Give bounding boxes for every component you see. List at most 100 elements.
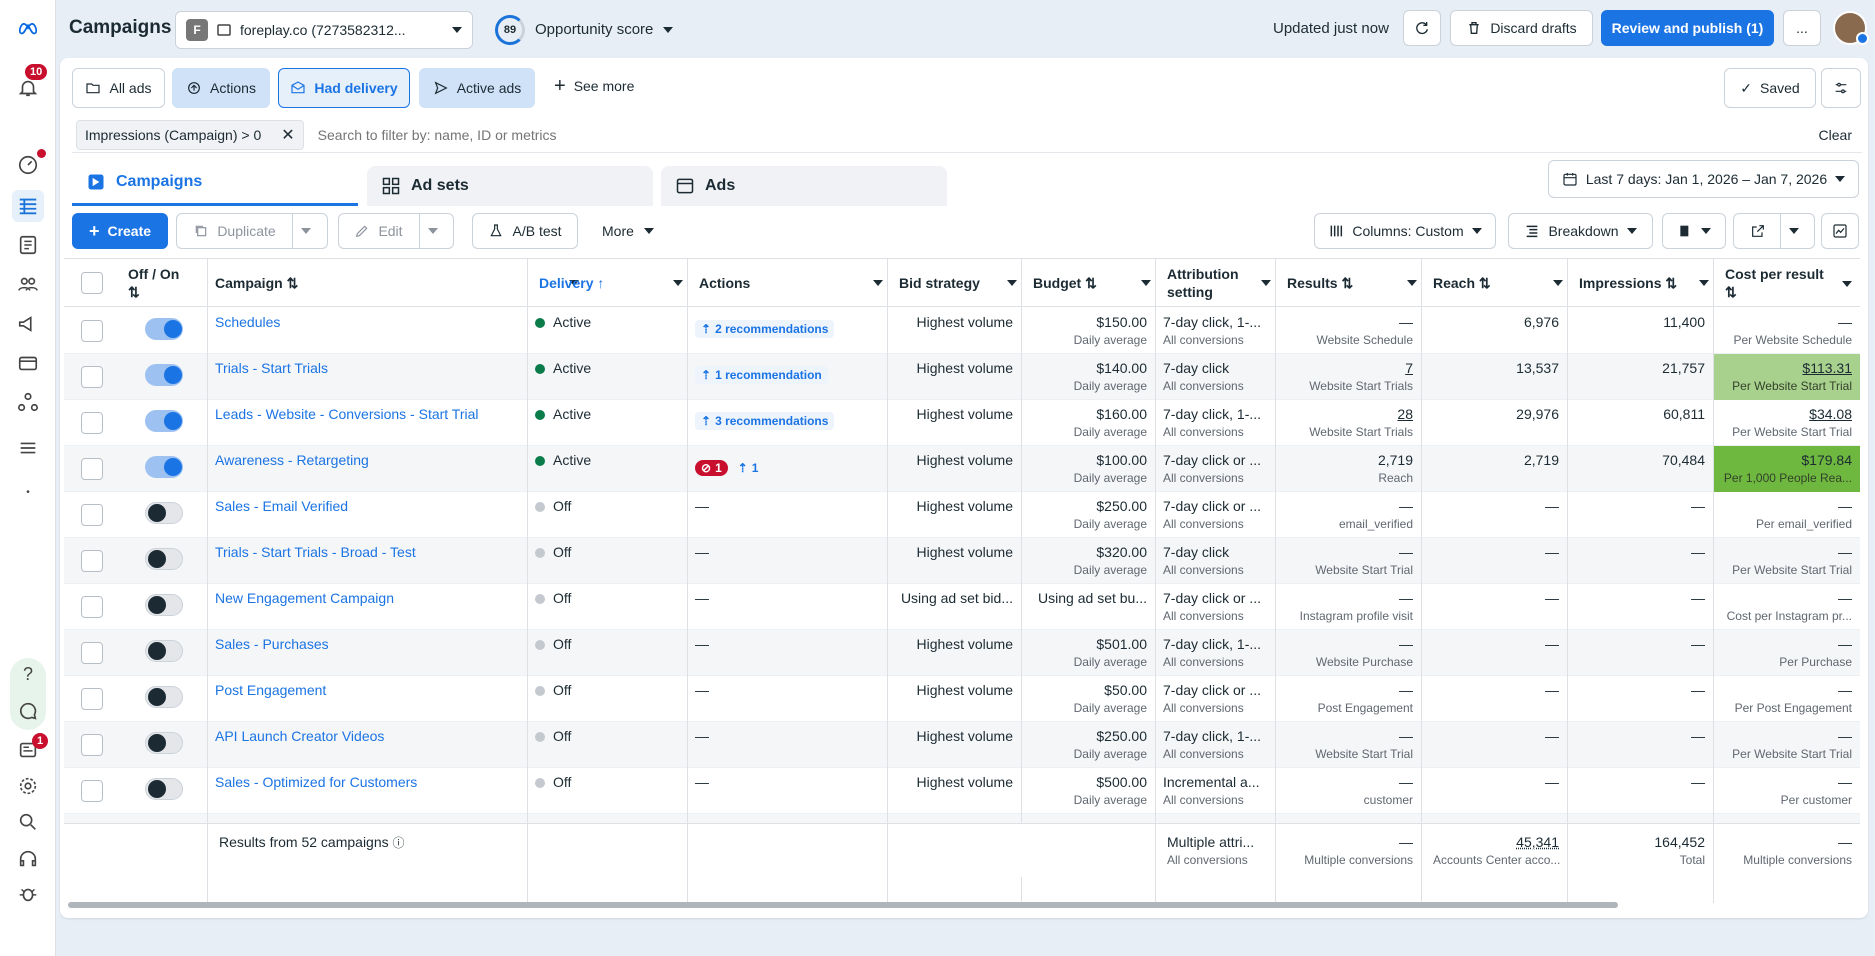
chevron-down-icon[interactable] <box>1699 280 1709 286</box>
chevron-down-icon[interactable] <box>1261 280 1271 286</box>
header-campaign[interactable]: Campaign ⇅ <box>207 259 587 307</box>
campaign-name-link[interactable]: Sales - Purchases <box>215 636 329 652</box>
recommendation-chip[interactable]: ⇡ 3 recommendations <box>695 412 835 430</box>
chat-icon[interactable] <box>12 695 44 727</box>
chevron-down-icon[interactable] <box>1141 280 1151 286</box>
support-headset-icon[interactable] <box>12 843 44 875</box>
campaign-toggle[interactable] <box>144 318 183 340</box>
duplicate-button[interactable]: Duplicate <box>176 213 328 249</box>
budget-value[interactable]: $160.00 <box>1029 406 1147 422</box>
table-row[interactable]: API Launch Creator Videos Off — Highest vol… <box>64 722 1860 768</box>
select-all-checkbox[interactable] <box>81 272 103 294</box>
campaign-toggle[interactable] <box>144 778 183 800</box>
summary-reach[interactable]: 45,341 <box>1433 834 1559 850</box>
recommendation-chip[interactable]: ⇡ 1 recommendation <box>695 366 828 384</box>
header-delivery[interactable]: Delivery ↑ <box>531 259 691 307</box>
row-checkbox[interactable] <box>81 550 103 572</box>
campaign-name-link[interactable]: Sales - Optimized for Customers <box>215 774 417 790</box>
reports-icon[interactable] <box>12 229 44 261</box>
campaign-name-link[interactable]: API Launch Creator Videos <box>215 728 384 744</box>
date-range-picker[interactable]: Last 7 days: Jan 1, 2026 – Jan 7, 2026 <box>1548 160 1859 198</box>
billing-card-icon[interactable] <box>12 347 44 379</box>
ads-manager-table-icon[interactable] <box>12 190 44 222</box>
table-row[interactable]: Schedules Active ⇡ 2 recommendations Highest… <box>64 308 1860 354</box>
more-options-button[interactable]: ... <box>1783 10 1821 46</box>
campaign-name-link[interactable]: Awareness - Retargeting <box>215 452 369 468</box>
table-row[interactable]: New Engagement Campaign Off — Using ad set … <box>64 584 1860 630</box>
tab-ads[interactable]: Ads <box>661 166 947 206</box>
budget-value[interactable]: $50.00 <box>1029 682 1147 698</box>
menu-icon[interactable] <box>12 432 44 464</box>
table-row[interactable]: Trials - Start Trials Active ⇡ 1 recommenda… <box>64 354 1860 400</box>
ab-test-button[interactable]: A/B test <box>472 213 578 249</box>
business-network-icon[interactable] <box>12 386 44 418</box>
campaign-name-link[interactable]: Leads - Website - Conversions - Start Tr… <box>215 406 479 422</box>
table-row[interactable]: Leads - Website - Conversions - Start Tr… <box>64 400 1860 446</box>
see-more-button[interactable]: + See more <box>554 76 634 96</box>
more-dot-icon[interactable]: • <box>12 476 44 508</box>
budget-value[interactable]: $501.00 <box>1029 636 1147 652</box>
more-actions-dropdown[interactable]: More <box>602 223 654 239</box>
campaign-name-link[interactable]: Schedules <box>215 314 280 330</box>
chevron-down-icon[interactable] <box>873 280 883 286</box>
campaign-name-link[interactable]: Post Engagement <box>215 682 326 698</box>
actions-quickview-button[interactable]: Actions <box>172 68 270 108</box>
bug-report-icon[interactable] <box>12 878 44 910</box>
campaign-megaphone-icon[interactable] <box>12 308 44 340</box>
all-ads-button[interactable]: All ads <box>72 68 165 108</box>
meta-logo-icon[interactable] <box>12 12 44 44</box>
help-icon[interactable]: ? <box>12 658 44 690</box>
campaign-toggle[interactable] <box>144 364 183 386</box>
create-button[interactable]: + Create <box>72 213 168 249</box>
header-impressions[interactable]: Impressions ⇅ <box>1571 259 1717 307</box>
header-cost-per-result[interactable]: Cost per result ⇅ <box>1717 259 1860 307</box>
table-row[interactable]: Awareness - Retargeting Active ⊘ 1 ⇡ 1 Highes… <box>64 446 1860 492</box>
campaign-name-link[interactable]: Trials - Start Trials <box>215 360 328 376</box>
campaign-toggle[interactable] <box>144 502 183 524</box>
header-attribution[interactable]: Attribution setting <box>1159 259 1279 307</box>
campaign-name-link[interactable]: Trials - Start Trials - Broad - Test <box>215 544 416 560</box>
chevron-down-icon[interactable] <box>673 280 683 286</box>
recommendation-chip[interactable]: ⇡ 1 <box>732 459 765 477</box>
budget-value[interactable]: Using ad set bu... <box>1029 590 1147 606</box>
opportunity-score-gauge[interactable]: 89 <box>495 15 525 45</box>
audiences-icon[interactable] <box>12 268 44 300</box>
discard-drafts-button[interactable]: Discard drafts <box>1450 10 1593 46</box>
columns-button[interactable]: Columns: Custom <box>1314 213 1496 249</box>
table-row[interactable]: Sales - Email Verified Off — Highest volume… <box>64 492 1860 538</box>
table-row[interactable]: Sales - Purchases Off — Highest volume $501.… <box>64 630 1860 676</box>
chevron-down-icon[interactable] <box>1007 280 1017 286</box>
budget-value[interactable]: $250.00 <box>1029 728 1147 744</box>
campaign-toggle[interactable] <box>144 732 183 754</box>
campaign-toggle[interactable] <box>144 410 183 432</box>
export-button[interactable] <box>1733 213 1815 249</box>
header-actions[interactable]: Actions <box>691 259 891 307</box>
budget-value[interactable]: $320.00 <box>1029 544 1147 560</box>
search-icon[interactable] <box>12 806 44 838</box>
chevron-down-icon[interactable] <box>427 228 438 234</box>
row-checkbox[interactable] <box>81 596 103 618</box>
chevron-down-icon[interactable] <box>1553 280 1563 286</box>
campaign-toggle[interactable] <box>144 640 183 662</box>
filter-chip[interactable]: Impressions (Campaign) > 0 ✕ <box>76 119 304 150</box>
settings-gear-icon[interactable] <box>12 770 44 802</box>
campaign-toggle[interactable] <box>144 548 183 570</box>
budget-value[interactable]: $500.00 <box>1029 774 1147 790</box>
chevron-down-icon[interactable] <box>1407 280 1417 286</box>
edit-button[interactable]: Edit <box>338 213 454 249</box>
chevron-down-icon[interactable] <box>1788 228 1799 234</box>
header-bid-strategy[interactable]: Bid strategy <box>891 259 1025 307</box>
chevron-down-icon[interactable] <box>300 228 311 234</box>
row-checkbox[interactable] <box>81 366 103 388</box>
row-checkbox[interactable] <box>81 734 103 756</box>
active-ads-button[interactable]: Active ads <box>419 68 535 108</box>
row-checkbox[interactable] <box>81 320 103 342</box>
reports-dropdown-button[interactable] <box>1662 213 1726 249</box>
row-checkbox[interactable] <box>81 642 103 664</box>
table-row[interactable]: Sales - Optimized for Customers Off — Highe… <box>64 768 1860 814</box>
campaign-name-link[interactable]: Sales - Email Verified <box>215 498 348 514</box>
table-row[interactable]: Trials - Start Trials - Broad - Test Off —… <box>64 538 1860 584</box>
budget-value[interactable]: $140.00 <box>1029 360 1147 376</box>
budget-value[interactable]: $250.00 <box>1029 498 1147 514</box>
chevron-down-icon[interactable] <box>1842 281 1852 287</box>
